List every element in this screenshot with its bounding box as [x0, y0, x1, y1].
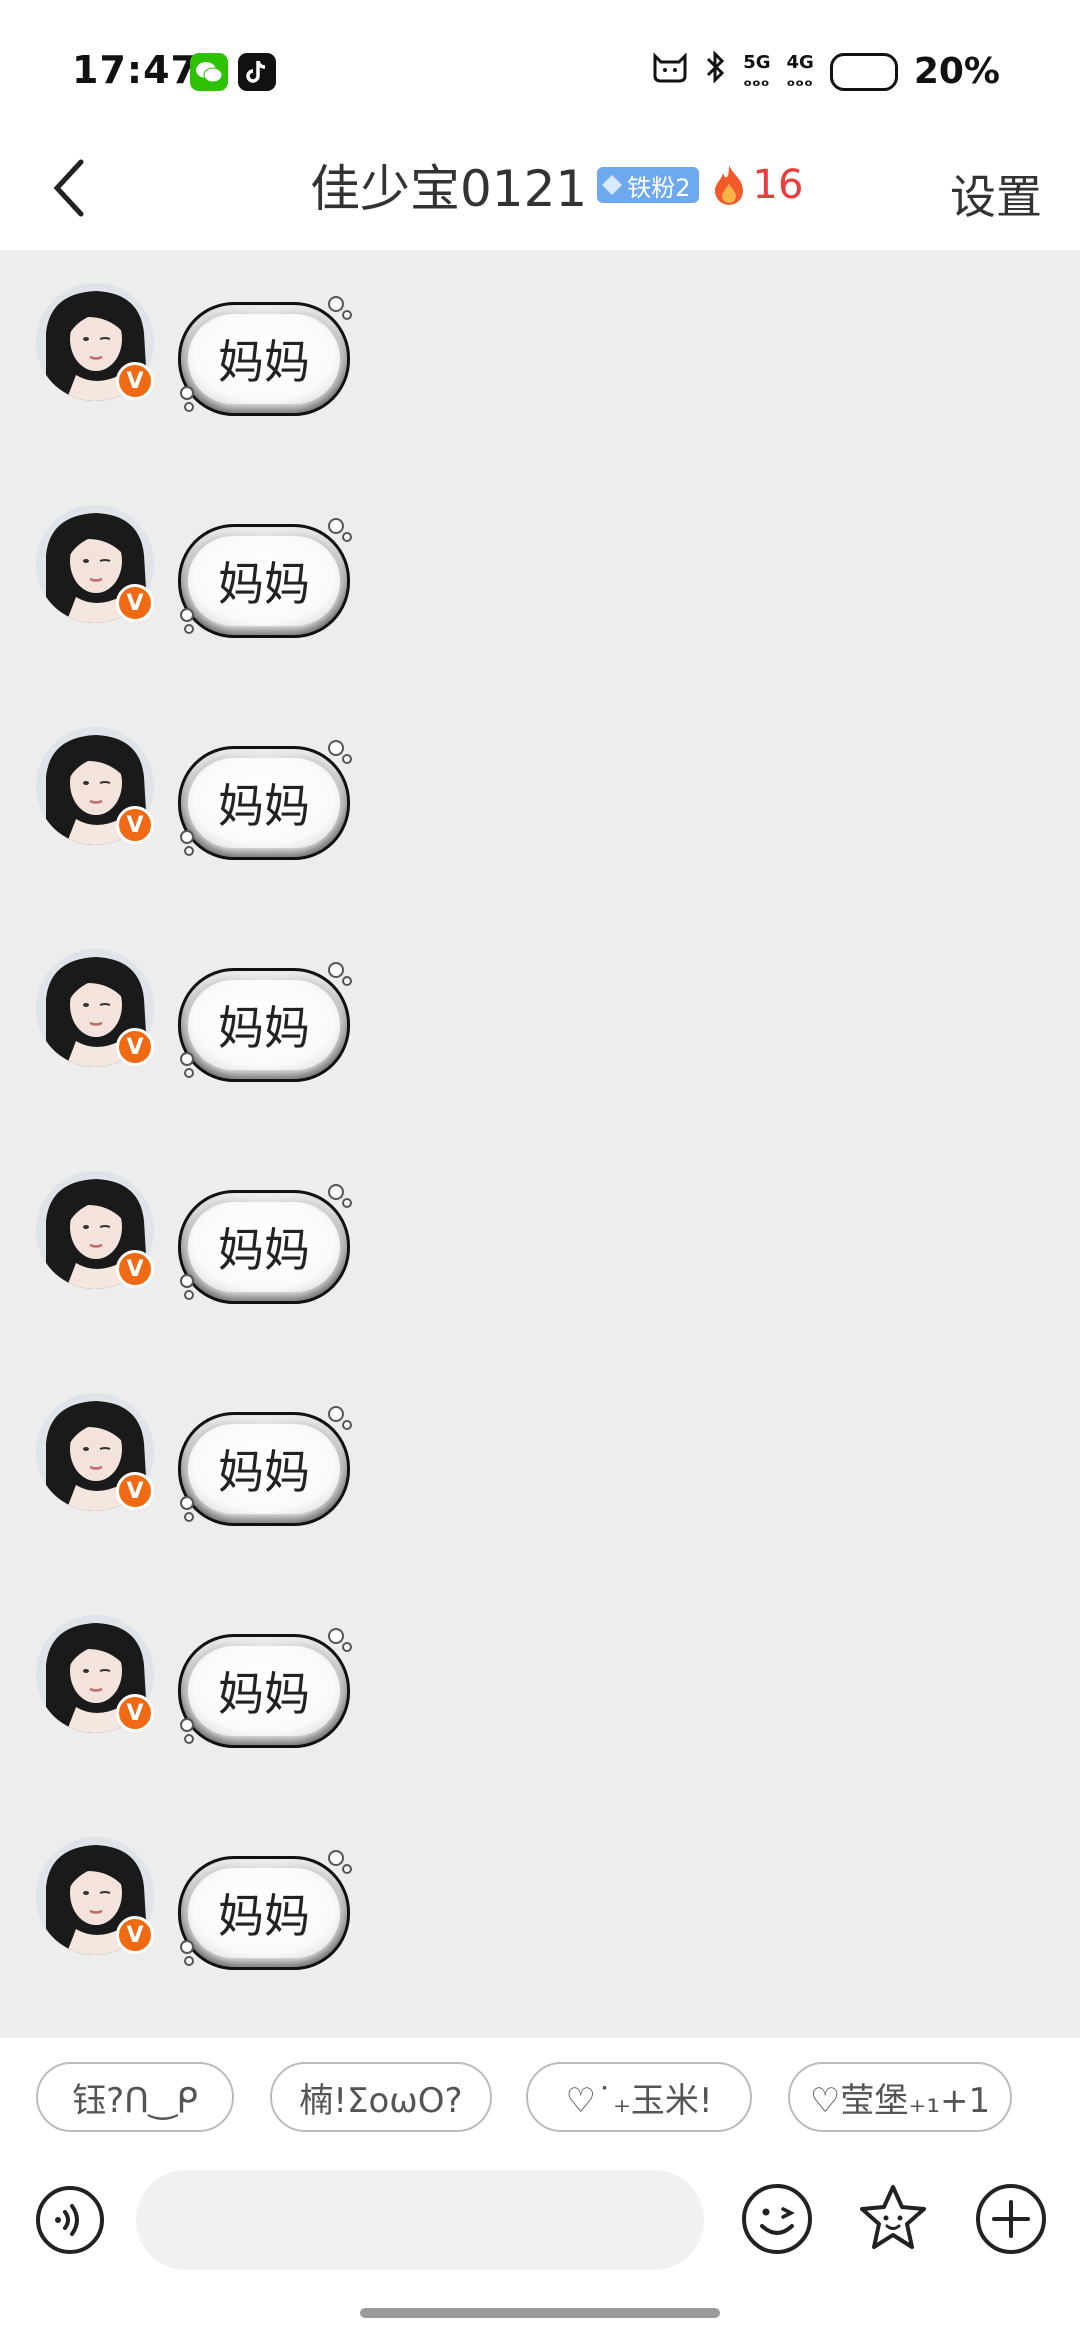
verified-badge: V: [116, 362, 154, 400]
verified-badge: V: [116, 806, 154, 844]
status-bar: 17:47 5G ₒₒₒ 4G ₒₒₒ 20%: [0, 0, 1080, 125]
message-bubble[interactable]: 妈妈: [178, 962, 352, 1082]
verified-badge: V: [116, 1028, 154, 1066]
streak-counter: 16: [711, 162, 804, 208]
quick-reply-bar: 钰?ᑎ‿ᑭ 楠!ΣoωO? ♡˙₊玉米! ♡莹堡₊₁+1: [0, 2038, 1080, 2148]
verified-badge: V: [116, 1250, 154, 1288]
battery-icon: [829, 52, 898, 91]
message-row: V 妈妈: [0, 1582, 1080, 1748]
message-row: V 妈妈: [0, 472, 1080, 638]
settings-button[interactable]: 设置: [950, 161, 1042, 227]
tiktok-icon: [238, 53, 276, 91]
plus-icon: [976, 2184, 1046, 2254]
message-text: 妈妈: [218, 779, 310, 833]
message-text: 妈妈: [218, 1445, 310, 1499]
quick-reply-chip[interactable]: ♡˙₊玉米!: [526, 2062, 752, 2132]
home-indicator[interactable]: [360, 2308, 720, 2318]
message-bubble[interactable]: 妈妈: [178, 1628, 352, 1748]
message-bubble[interactable]: 妈妈: [178, 296, 352, 416]
message-bubble[interactable]: 妈妈: [178, 518, 352, 638]
emoji-button[interactable]: [740, 2182, 814, 2256]
status-indicators: 5G ₒₒₒ 4G ₒₒₒ 20%: [651, 50, 1000, 93]
message-row: V 妈妈: [0, 1138, 1080, 1304]
fan-badge: 铁粉2: [597, 167, 699, 203]
chevron-left-icon: [53, 159, 84, 217]
verified-badge: V: [116, 1694, 154, 1732]
smiley-icon: [742, 2184, 812, 2254]
message-row: V 妈妈: [0, 250, 1080, 416]
fire-icon: [714, 165, 743, 205]
battery-percent: 20%: [913, 51, 1000, 92]
bluetooth-icon: [705, 50, 727, 93]
wechat-icon: [190, 53, 228, 91]
message-bubble[interactable]: 妈妈: [178, 740, 352, 860]
message-text: 妈妈: [218, 1889, 310, 1943]
message-text: 妈妈: [218, 557, 310, 611]
streak-count: 16: [752, 162, 804, 208]
cat-icon: [651, 50, 689, 93]
more-button[interactable]: [974, 2182, 1048, 2256]
signal-4g-icon: 4G ₒₒₒ: [786, 51, 814, 91]
diamond-icon: [602, 175, 623, 195]
message-bubble[interactable]: 妈妈: [178, 1184, 352, 1304]
back-button[interactable]: [34, 153, 104, 223]
sticker-button[interactable]: [856, 2182, 930, 2256]
star-face-icon: [860, 2185, 926, 2249]
message-row: V 妈妈: [0, 1360, 1080, 1526]
voice-icon: [36, 2186, 104, 2254]
verified-badge: V: [116, 1472, 154, 1510]
quick-reply-chip[interactable]: 楠!ΣoωO?: [270, 2062, 492, 2132]
verified-badge: V: [116, 1916, 154, 1954]
status-time: 17:47: [72, 48, 198, 92]
voice-button[interactable]: [34, 2184, 106, 2256]
quick-reply-chip[interactable]: 钰?ᑎ‿ᑭ: [36, 2062, 234, 2132]
message-row: V 妈妈: [0, 916, 1080, 1082]
message-bubble[interactable]: 妈妈: [178, 1406, 352, 1526]
message-list[interactable]: V 妈妈 V 妈妈 V 妈妈 V 妈妈 V 妈妈 V 妈妈 V 妈妈 V 妈妈: [0, 250, 1080, 2038]
message-row: V 妈妈: [0, 1804, 1080, 1970]
message-text: 妈妈: [218, 1001, 310, 1055]
chat-title: 佳少宝0121: [310, 160, 588, 218]
message-text: 妈妈: [218, 1667, 310, 1721]
signal-5g-icon: 5G ₒₒₒ: [743, 51, 771, 91]
message-input[interactable]: [136, 2170, 704, 2270]
chat-header: 佳少宝0121 铁粉2 16 设置: [0, 125, 1080, 250]
chat-title-group[interactable]: 佳少宝0121 铁粉2 16: [310, 145, 803, 225]
message-text: 妈妈: [218, 335, 310, 389]
message-text: 妈妈: [218, 1223, 310, 1277]
message-row: V 妈妈: [0, 694, 1080, 860]
verified-badge: V: [116, 584, 154, 622]
message-bubble[interactable]: 妈妈: [178, 1850, 352, 1970]
quick-reply-chip[interactable]: ♡莹堡₊₁+1: [788, 2062, 1012, 2132]
